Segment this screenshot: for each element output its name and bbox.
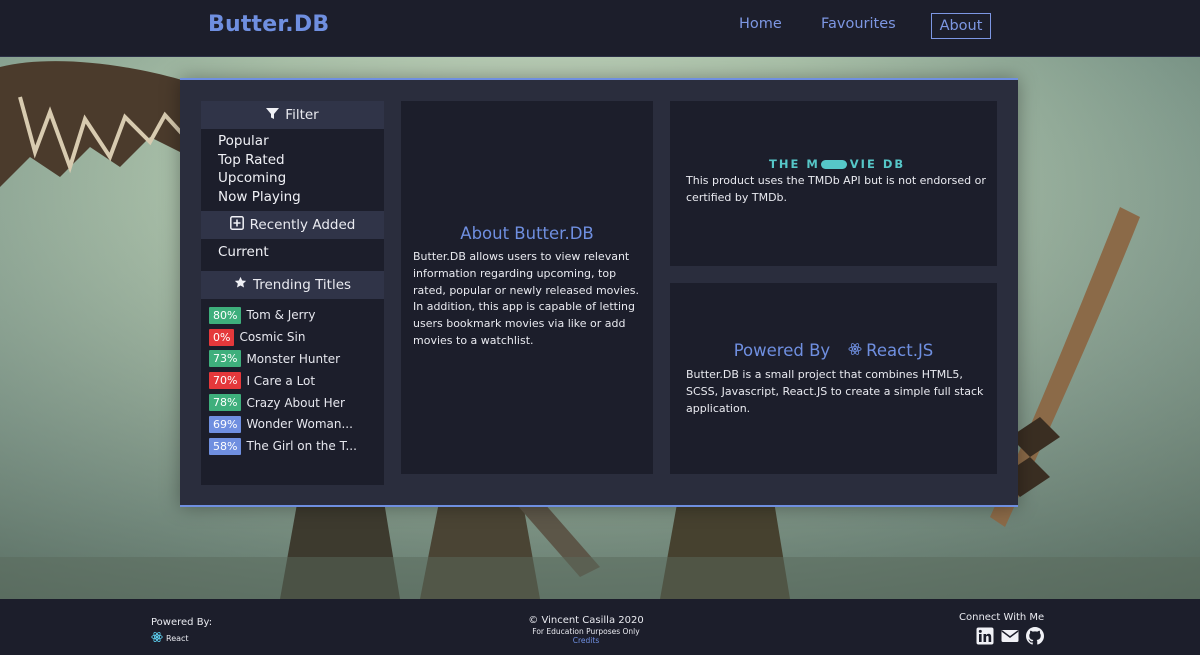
about-title: About Butter.DB bbox=[460, 224, 594, 243]
trending-item-title: Monster Hunter bbox=[246, 351, 341, 366]
filter-list: Popular Top Rated Upcoming Now Playing bbox=[201, 129, 384, 211]
trending-item-title: Wonder Woman... bbox=[246, 417, 353, 432]
powered-by-description: Butter.DB is a small project that combin… bbox=[686, 368, 984, 415]
trending-item[interactable]: 0% Cosmic Sin bbox=[209, 326, 384, 348]
rating-badge: 80% bbox=[209, 306, 242, 324]
powered-by-card: Powered By React.JS Butter.DB is a small… bbox=[670, 283, 997, 474]
plus-square-icon bbox=[229, 216, 244, 234]
trending-item[interactable]: 78% Crazy About Her bbox=[209, 392, 384, 414]
trending-item[interactable]: 80% Tom & Jerry bbox=[209, 305, 384, 327]
rating-badge: 70% bbox=[209, 372, 242, 390]
powered-by-tech: React.JS bbox=[866, 341, 934, 360]
filter-item-top-rated[interactable]: Top Rated bbox=[218, 151, 384, 170]
trending-item-title: I Care a Lot bbox=[246, 373, 316, 388]
filter-header: Filter bbox=[201, 101, 384, 129]
filter-title: Filter bbox=[285, 107, 319, 123]
star-icon bbox=[234, 276, 247, 293]
trending-title: Trending Titles bbox=[252, 276, 352, 293]
rating-badge: 73% bbox=[209, 350, 242, 368]
trending-item-title: Crazy About Her bbox=[246, 395, 345, 410]
recent-item-current[interactable]: Current bbox=[218, 243, 384, 262]
powered-by-title: Powered By React.JS bbox=[670, 341, 997, 360]
footer-connect-label: Connect With Me bbox=[959, 612, 1045, 623]
tmdb-logo-right: VIE DB bbox=[849, 157, 906, 171]
recently-added-title: Recently Added bbox=[249, 217, 356, 233]
about-card: About Butter.DB Butter.DB allows users t… bbox=[401, 101, 653, 474]
social-icons bbox=[976, 627, 1059, 645]
filter-icon bbox=[266, 107, 280, 124]
trending-item-title: Tom & Jerry bbox=[246, 308, 316, 323]
sidebar: Filter Popular Top Rated Upcoming Now Pl… bbox=[201, 101, 384, 485]
footer-connect: Connect With Me bbox=[959, 612, 1059, 645]
trending-list: 80% Tom & Jerry 0% Cosmic Sin 73% Monster Hun… bbox=[201, 299, 384, 458]
recently-added-header: Recently Added bbox=[201, 211, 384, 239]
rating-badge: 58% bbox=[209, 437, 242, 455]
trending-header: Trending Titles bbox=[201, 270, 384, 299]
brand-logo[interactable]: Butter.DB bbox=[208, 12, 329, 37]
trending-item-title: Cosmic Sin bbox=[239, 330, 306, 345]
tmdb-pill-icon bbox=[820, 159, 847, 169]
tmdb-logo[interactable]: THE M VIE DB bbox=[769, 157, 905, 171]
rating-badge: 69% bbox=[209, 415, 242, 433]
trending-item[interactable]: 69% Wonder Woman... bbox=[209, 413, 384, 435]
about-panel: Filter Popular Top Rated Upcoming Now Pl… bbox=[180, 78, 1018, 507]
about-description: Butter.DB allows users to view relevant … bbox=[413, 250, 639, 347]
tmdb-card: THE M VIE DB This product uses the TMDb … bbox=[670, 101, 997, 266]
nav-home-link[interactable]: Home bbox=[739, 16, 782, 32]
recently-added-list: Current bbox=[201, 239, 384, 271]
nav-about-link[interactable]: About bbox=[931, 13, 991, 39]
linkedin-icon[interactable] bbox=[976, 627, 994, 645]
trending-item-title: The Girl on the T... bbox=[246, 439, 357, 454]
email-icon[interactable] bbox=[1001, 627, 1019, 645]
footer: Powered By: React © Vincent Casilla 2020… bbox=[0, 599, 1200, 655]
trending-item[interactable]: 73% Monster Hunter bbox=[209, 348, 384, 370]
trending-item[interactable]: 58% The Girl on the T... bbox=[209, 435, 384, 457]
trending-item[interactable]: 70% I Care a Lot bbox=[209, 370, 384, 392]
rating-badge: 0% bbox=[209, 328, 235, 346]
filter-item-now-playing[interactable]: Now Playing bbox=[218, 188, 384, 207]
tmdb-logo-left: THE M bbox=[769, 157, 820, 171]
filter-item-upcoming[interactable]: Upcoming bbox=[218, 169, 384, 188]
top-navbar: Butter.DB Home Favourites About bbox=[0, 0, 1200, 57]
rating-badge: 78% bbox=[209, 394, 242, 412]
github-icon[interactable] bbox=[1026, 627, 1044, 645]
tmdb-disclaimer: This product uses the TMDb API but is no… bbox=[686, 174, 986, 204]
react-icon bbox=[848, 341, 862, 360]
powered-by-label: Powered By bbox=[733, 341, 831, 360]
filter-item-popular[interactable]: Popular bbox=[218, 132, 384, 151]
nav-favourites-link[interactable]: Favourites bbox=[821, 16, 896, 32]
